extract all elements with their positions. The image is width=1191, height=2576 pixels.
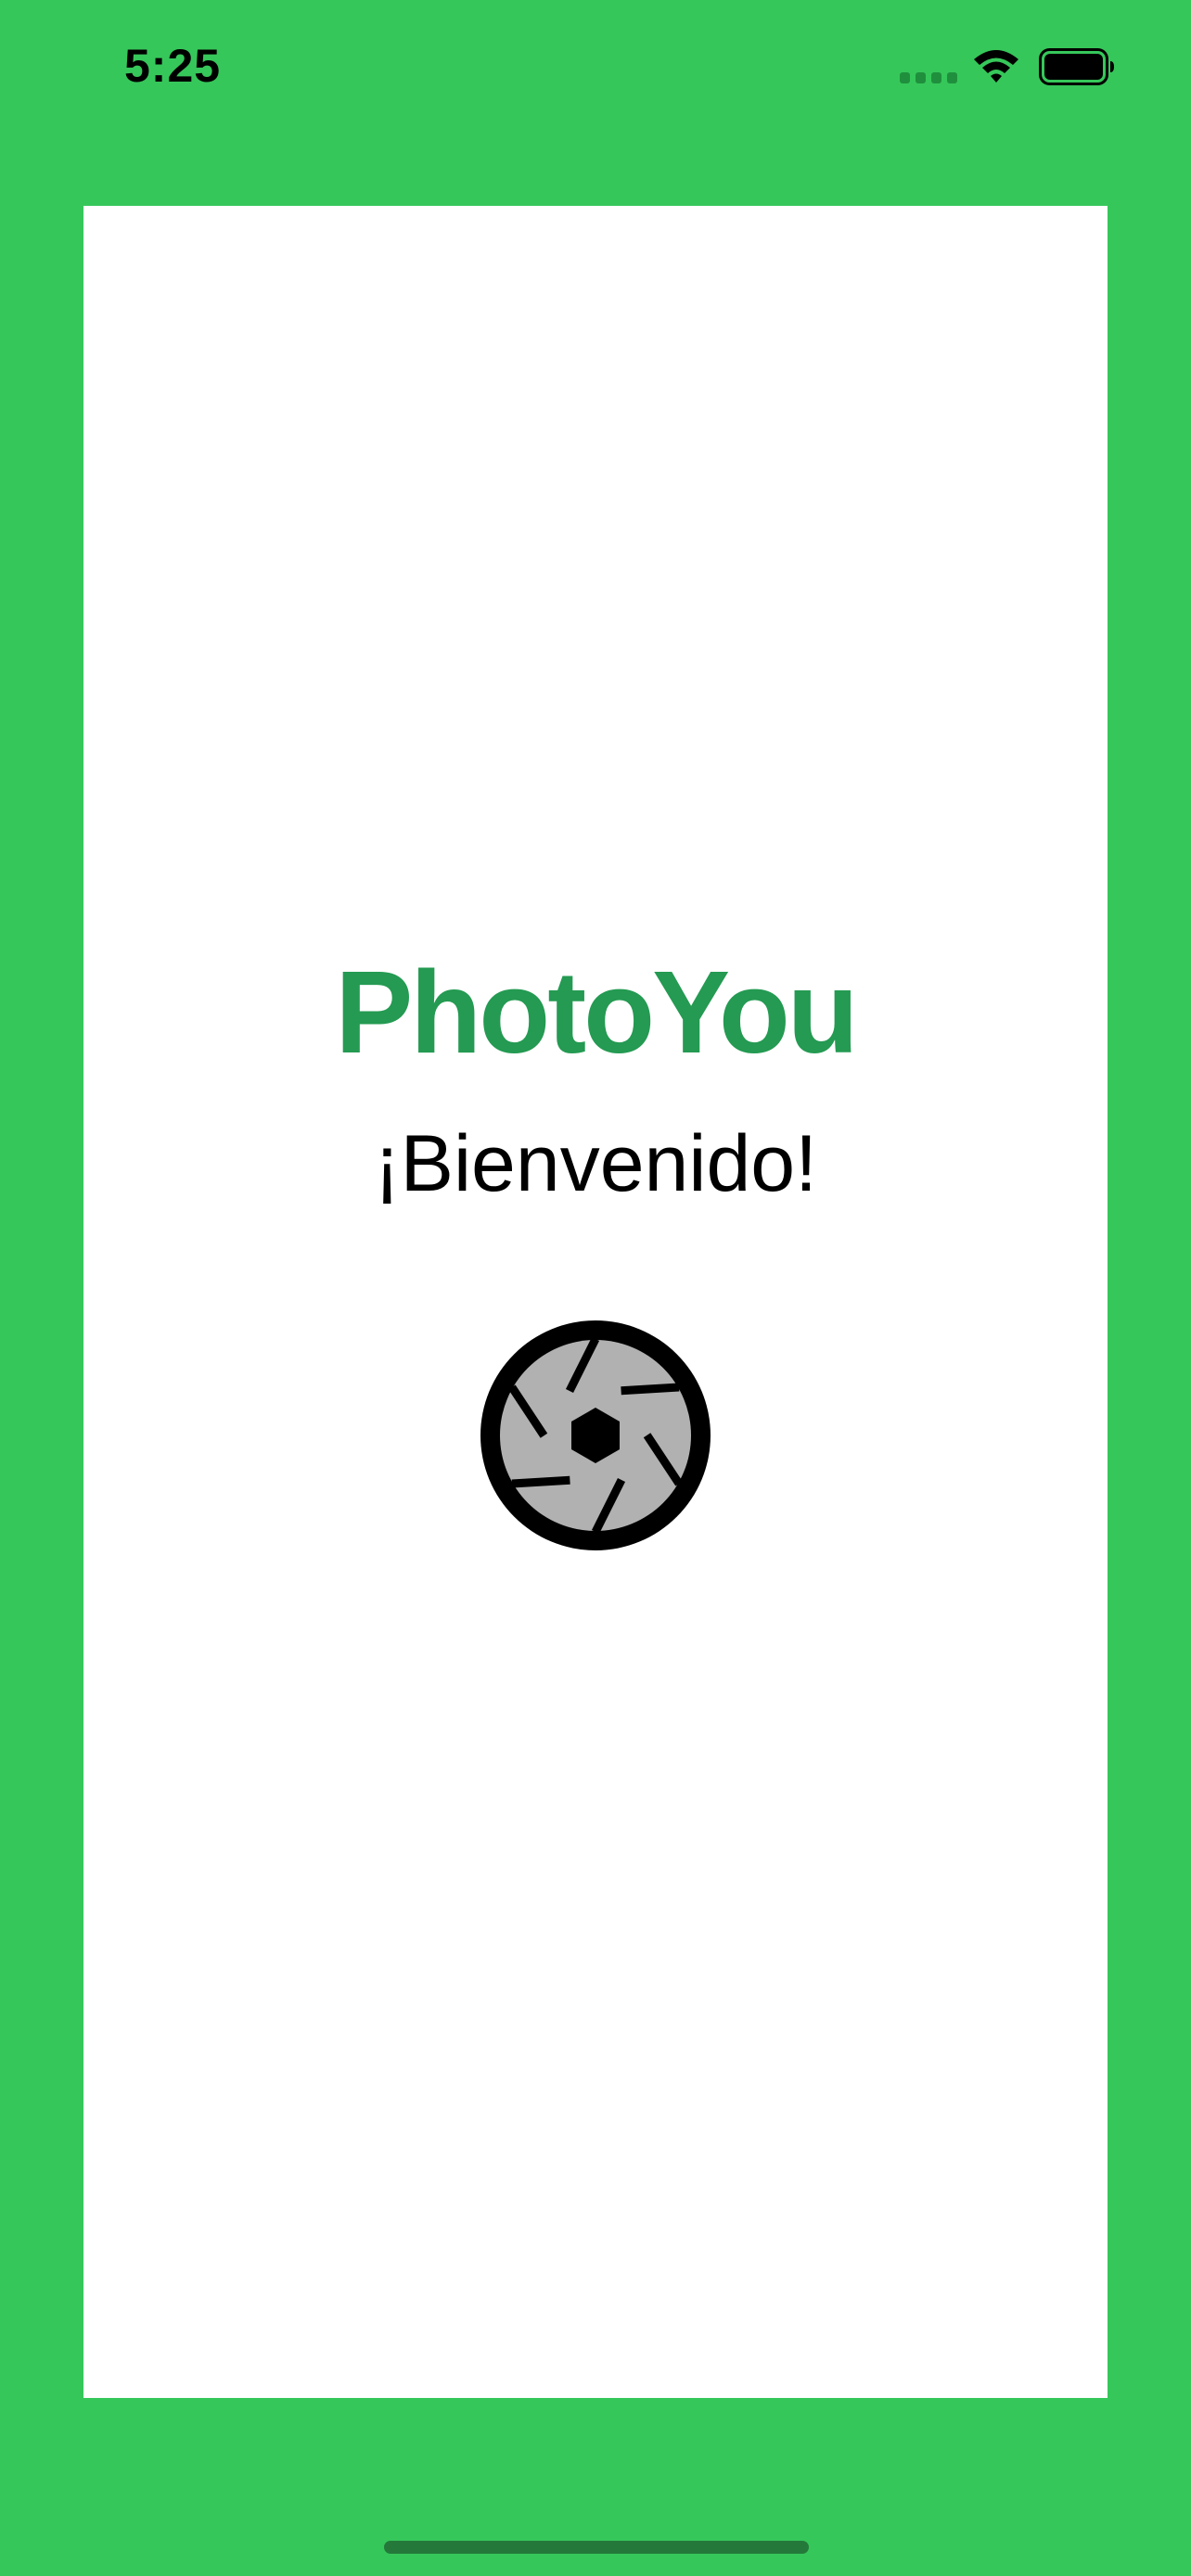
welcome-text: ¡Bienvenido! bbox=[373, 1119, 818, 1208]
wifi-icon bbox=[974, 50, 1018, 83]
battery-full-icon bbox=[1039, 48, 1114, 85]
app-title: PhotoYou bbox=[335, 947, 859, 1078]
splash-card: PhotoYou ¡Bienvenido! bbox=[83, 206, 1108, 2398]
status-time: 5:25 bbox=[124, 40, 222, 92]
camera-shutter-icon bbox=[480, 1320, 711, 1550]
cellular-signal-icon bbox=[900, 72, 957, 83]
status-bar: 5:25 bbox=[0, 0, 1191, 139]
home-indicator[interactable] bbox=[384, 2541, 809, 2554]
